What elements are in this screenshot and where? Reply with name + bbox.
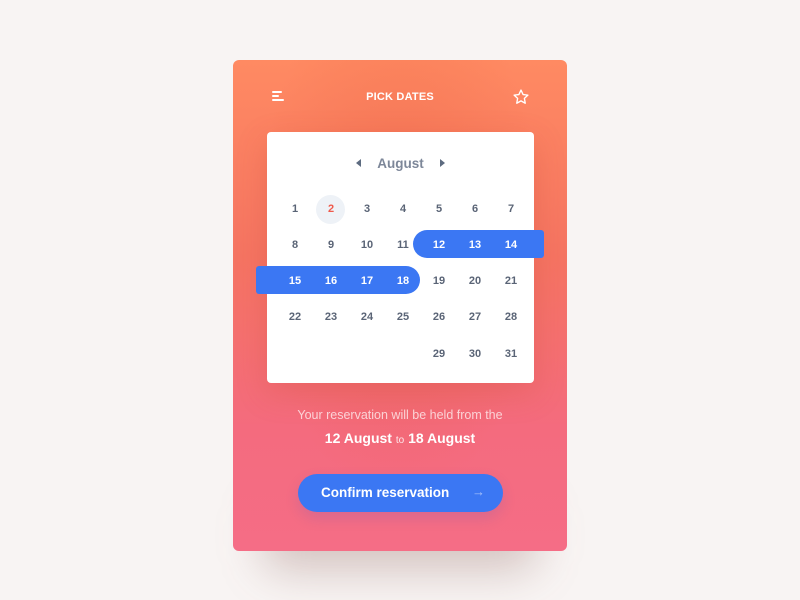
next-month-button[interactable] bbox=[438, 158, 448, 168]
calendar-day[interactable]: 4 bbox=[385, 199, 421, 219]
calendar-day[interactable]: 11 bbox=[385, 235, 421, 255]
calendar-day[interactable]: 7 bbox=[493, 199, 529, 219]
calendar-day[interactable]: 13 bbox=[457, 235, 493, 255]
calendar-day[interactable]: 1 bbox=[277, 199, 313, 219]
range-connector: to bbox=[395, 435, 405, 446]
calendar-day[interactable]: 26 bbox=[421, 307, 457, 327]
calendar-day[interactable]: 14 bbox=[493, 235, 529, 255]
month-label: August bbox=[377, 155, 424, 171]
calendar-day[interactable]: 12 bbox=[421, 235, 457, 255]
month-navigation: August bbox=[267, 154, 534, 172]
range-end: 18 August bbox=[408, 430, 476, 446]
calendar-day[interactable]: 29 bbox=[421, 344, 457, 364]
prev-month-button[interactable] bbox=[353, 158, 363, 168]
calendar-day[interactable]: 9 bbox=[313, 235, 349, 255]
reservation-note: Your reservation will be held from the bbox=[297, 408, 503, 422]
range-start: 12 August bbox=[324, 430, 392, 446]
calendar-day[interactable]: 18 bbox=[385, 271, 421, 291]
calendar-day[interactable]: 24 bbox=[349, 307, 385, 327]
reservation-range: 12 August to 18 August bbox=[233, 430, 567, 446]
calendar-day[interactable]: 28 bbox=[493, 307, 529, 327]
calendar-day[interactable]: 5 bbox=[421, 199, 457, 219]
calendar-day[interactable]: 31 bbox=[493, 344, 529, 364]
calendar-day[interactable]: 15 bbox=[277, 271, 313, 291]
calendar-day[interactable]: 22 bbox=[277, 307, 313, 327]
calendar-day[interactable]: 16 bbox=[313, 271, 349, 291]
date-picker-card: PICK DATES August 1 2 3 4 5 6 7 8 9 10 11 12 13 14 15 1… bbox=[233, 60, 567, 551]
calendar-day[interactable]: 21 bbox=[493, 271, 529, 291]
confirm-reservation-button[interactable]: Confirm reservation → bbox=[298, 474, 503, 512]
calendar-day[interactable]: 17 bbox=[349, 271, 385, 291]
confirm-label: Confirm reservation bbox=[321, 485, 450, 500]
calendar-day[interactable]: 27 bbox=[457, 307, 493, 327]
calendar-day[interactable]: 8 bbox=[277, 235, 313, 255]
calendar-day[interactable]: 25 bbox=[385, 307, 421, 327]
star-icon[interactable] bbox=[512, 88, 530, 106]
calendar-day[interactable]: 2 bbox=[313, 199, 349, 219]
calendar-day[interactable]: 20 bbox=[457, 271, 493, 291]
calendar-day[interactable]: 23 bbox=[313, 307, 349, 327]
caret-right-icon bbox=[440, 159, 446, 167]
calendar-day[interactable]: 3 bbox=[349, 199, 385, 219]
calendar-day[interactable]: 10 bbox=[349, 235, 385, 255]
caret-left-icon bbox=[355, 159, 361, 167]
calendar-day[interactable]: 19 bbox=[421, 271, 457, 291]
calendar: August 1 2 3 4 5 6 7 8 9 10 11 12 13 14 15 16 17 18 19 20 21… bbox=[256, 132, 544, 383]
calendar-day[interactable]: 30 bbox=[457, 344, 493, 364]
arrow-right-icon: → bbox=[472, 484, 485, 499]
calendar-day[interactable]: 6 bbox=[457, 199, 493, 219]
